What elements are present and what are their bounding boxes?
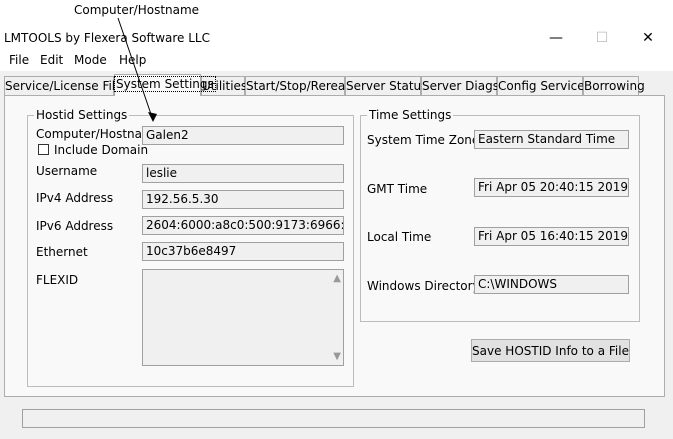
minimize-button[interactable]: — bbox=[533, 25, 579, 51]
menu-file[interactable]: File bbox=[9, 53, 29, 67]
menu-help[interactable]: Help bbox=[119, 53, 146, 67]
ipv4-address-field[interactable]: 192.56.5.30 bbox=[142, 190, 344, 209]
flexid-textarea[interactable]: ▲ ▼ bbox=[142, 269, 344, 366]
window-title: LMTOOLS by Flexera Software LLC bbox=[4, 31, 210, 45]
save-hostid-button[interactable]: Save HOSTID Info to a File bbox=[471, 339, 630, 362]
local-time-label: Local Time bbox=[367, 230, 432, 244]
ipv6-address-field[interactable]: 2604:6000:a8c0:500:9173:6966:968e:144 bbox=[142, 216, 344, 235]
time-settings-legend: Time Settings bbox=[369, 108, 452, 122]
tab-borrowing[interactable]: Borrowing bbox=[583, 76, 645, 95]
scroll-down-icon[interactable]: ▼ bbox=[333, 351, 341, 362]
ipv6-address-label: IPv6 Address bbox=[36, 219, 114, 233]
menu-edit[interactable]: Edit bbox=[40, 53, 63, 67]
tab-system-settings[interactable]: System Settings bbox=[114, 74, 216, 96]
menu-mode[interactable]: Mode bbox=[74, 53, 107, 67]
windows-directory-label: Windows Directory bbox=[367, 279, 480, 293]
ethernet-label: Ethernet bbox=[36, 245, 88, 259]
include-domain-checkbox[interactable] bbox=[38, 144, 49, 155]
system-settings-panel: Hostid Settings Computer/Hostname Galen2… bbox=[4, 95, 665, 397]
tab-server-status[interactable]: Server Status bbox=[345, 76, 427, 95]
close-button[interactable]: ✕ bbox=[625, 25, 671, 51]
scroll-up-icon[interactable]: ▲ bbox=[333, 273, 341, 284]
system-time-zone-field[interactable]: Eastern Standard Time bbox=[474, 130, 629, 149]
computer-hostname-field[interactable]: Galen2 bbox=[142, 126, 344, 145]
maximize-button[interactable]: ☐ bbox=[579, 25, 625, 51]
username-label: Username bbox=[36, 164, 98, 178]
include-domain-label: Include Domain bbox=[54, 143, 149, 157]
status-bar bbox=[22, 409, 645, 428]
username-field[interactable]: leslie bbox=[142, 164, 344, 183]
menu-bar: File Edit Mode Help bbox=[0, 51, 673, 71]
tab-service-license-file[interactable]: Service/License File bbox=[4, 76, 123, 95]
ethernet-field[interactable]: 10c37b6e8497 bbox=[142, 242, 344, 261]
gmt-time-label: GMT Time bbox=[367, 182, 428, 196]
gmt-time-field[interactable]: Fri Apr 05 20:40:15 2019 bbox=[474, 178, 629, 197]
flexid-label: FLEXID bbox=[36, 273, 79, 287]
tab-server-diags[interactable]: Server Diags bbox=[421, 76, 499, 95]
annotation-callout-label: Computer/Hostname bbox=[74, 3, 200, 17]
ipv4-address-label: IPv4 Address bbox=[36, 191, 114, 205]
tab-start-stop-reread[interactable]: Start/Stop/Reread bbox=[245, 76, 353, 95]
system-time-zone-label: System Time Zone bbox=[367, 133, 480, 147]
hostid-settings-legend: Hostid Settings bbox=[36, 108, 128, 122]
local-time-field[interactable]: Fri Apr 05 16:40:15 2019 bbox=[474, 227, 629, 246]
title-bar: LMTOOLS by Flexera Software LLC — ☐ ✕ bbox=[0, 25, 673, 51]
tab-config-services[interactable]: Config Services bbox=[497, 76, 591, 95]
windows-directory-field[interactable]: C:\WINDOWS bbox=[474, 275, 629, 294]
